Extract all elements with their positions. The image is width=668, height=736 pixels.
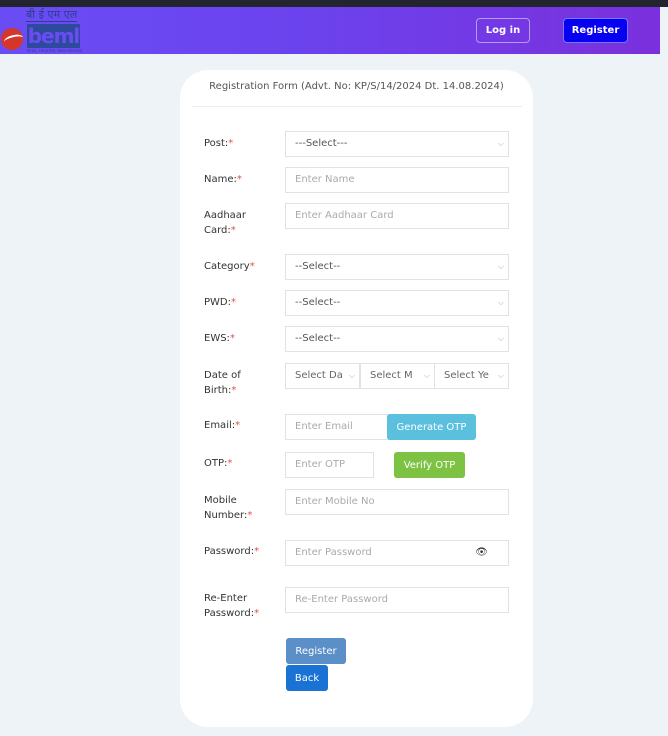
aadhaar-input[interactable]: Enter Aadhaar Card <box>285 203 509 229</box>
generate-otp-button[interactable]: Generate OTP <box>387 414 476 440</box>
dob-day-value: Select Da <box>295 370 343 381</box>
dob-year-value: Select Ye <box>444 370 489 381</box>
otp-input[interactable]: Enter OTP <box>285 452 374 478</box>
chevron-down-icon: ⌵ <box>348 371 355 380</box>
name-label: Name:* <box>204 174 242 185</box>
password-placeholder: Enter Password <box>295 547 372 558</box>
otp-placeholder: Enter OTP <box>295 459 346 470</box>
reenter-password-label: Re-Enter Password:* <box>204 593 260 619</box>
mobile-input[interactable]: Enter Mobile No <box>285 489 509 515</box>
dob-label: Date of Birth:* <box>204 370 241 396</box>
password-input[interactable]: Enter Password 👁 <box>285 540 509 566</box>
category-select-value: --Select-- <box>295 261 341 272</box>
logo-wordmark: beml <box>27 24 80 48</box>
dob-year-select[interactable]: Select Ye ⌵ <box>434 363 509 389</box>
register-nav-button[interactable]: Register <box>563 18 628 43</box>
ews-label: EWS:* <box>204 333 235 344</box>
login-button[interactable]: Log in <box>476 18 530 43</box>
pwd-select-value: --Select-- <box>295 297 341 308</box>
chevron-down-icon: ⌵ <box>497 371 504 380</box>
mobile-placeholder: Enter Mobile No <box>295 496 375 507</box>
verify-otp-button[interactable]: Verify OTP <box>394 452 465 478</box>
ews-select-value: --Select-- <box>295 333 341 344</box>
back-button[interactable]: Back <box>286 665 328 691</box>
logo-hindi-text: बी ई एम एल <box>26 8 78 22</box>
form-title: Registration Form (Advt. No: KP/S/14/202… <box>209 81 504 92</box>
category-select[interactable]: --Select-- ⌵ <box>285 254 509 280</box>
ews-select[interactable]: --Select-- ⌵ <box>285 326 509 352</box>
reenter-password-placeholder: Re-Enter Password <box>295 594 388 605</box>
chevron-down-icon: ⌵ <box>497 334 504 343</box>
post-select-value: ---Select--- <box>295 138 348 149</box>
password-label: Password:* <box>204 546 260 557</box>
aadhaar-label: Aadhaar Card:* <box>204 210 247 236</box>
chevron-down-icon: ⌵ <box>497 298 504 307</box>
browser-top-strip <box>0 0 668 7</box>
register-submit-button[interactable]: Register <box>286 638 346 664</box>
logo-swoosh-icon <box>1 28 23 50</box>
dob-day-select[interactable]: Select Da ⌵ <box>285 363 360 389</box>
post-label: Post:* <box>204 138 234 149</box>
category-label: Category* <box>204 261 255 272</box>
beml-logo[interactable]: बी ई एम एल beml BEML, TRUSTED, NEW GROUN… <box>0 9 84 55</box>
pwd-label: PWD:* <box>204 297 236 308</box>
navbar: बी ई एम एल beml BEML, TRUSTED, NEW GROUN… <box>0 7 660 54</box>
chevron-down-icon: ⌵ <box>423 371 430 380</box>
eye-icon[interactable]: 👁 <box>475 541 488 565</box>
registration-card: Registration Form (Advt. No: KP/S/14/202… <box>180 70 533 727</box>
otp-label: OTP:* <box>204 458 233 469</box>
email-placeholder: Enter Email <box>295 421 353 432</box>
chevron-down-icon: ⌵ <box>497 139 504 148</box>
name-placeholder: Enter Name <box>295 174 355 185</box>
email-input[interactable]: Enter Email <box>285 414 389 440</box>
pwd-select[interactable]: --Select-- ⌵ <box>285 290 509 316</box>
dob-month-value: Select M <box>370 370 413 381</box>
mobile-label: Mobile Number:* <box>204 495 253 521</box>
logo-tagline: BEML, TRUSTED, NEW GROUND <box>27 49 83 53</box>
title-divider <box>192 106 522 107</box>
aadhaar-placeholder: Enter Aadhaar Card <box>295 210 394 221</box>
email-label: Email:* <box>204 420 241 431</box>
chevron-down-icon: ⌵ <box>497 262 504 271</box>
reenter-password-input[interactable]: Re-Enter Password <box>285 587 509 613</box>
post-select[interactable]: ---Select--- ⌵ <box>285 131 509 157</box>
name-input[interactable]: Enter Name <box>285 167 509 193</box>
dob-month-select[interactable]: Select M ⌵ <box>360 363 435 389</box>
